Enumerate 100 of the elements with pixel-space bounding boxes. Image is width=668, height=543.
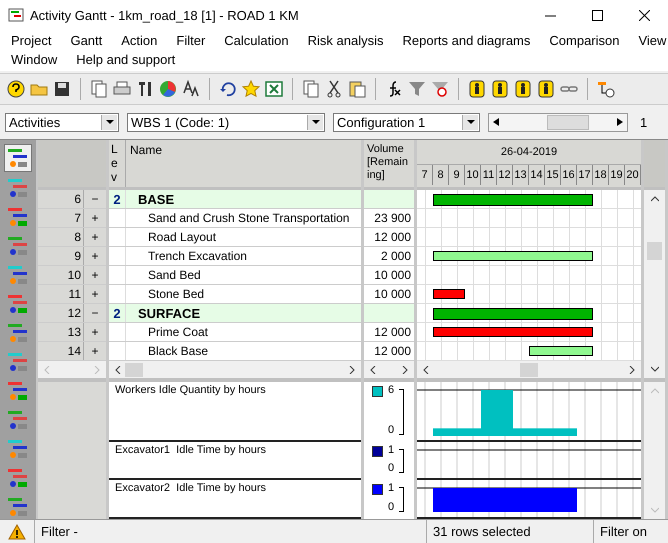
gantt-bar[interactable] [433, 251, 593, 261]
row-header[interactable]: 9 + [38, 247, 106, 266]
menu-item[interactable]: Project [0, 33, 60, 48]
hour-label: 12 [497, 165, 513, 185]
expand-toggle[interactable]: + [84, 325, 106, 339]
expand-toggle[interactable]: + [84, 344, 106, 358]
help-icon[interactable] [6, 79, 26, 99]
scroll-down-icon[interactable] [650, 366, 658, 372]
hour-label: 17 [577, 165, 593, 185]
scroll-right-icon[interactable] [402, 366, 408, 374]
hour-label: 10 [465, 165, 481, 185]
hour-label: 14 [529, 165, 545, 185]
expand-toggle[interactable]: − [84, 192, 106, 206]
row-header[interactable]: 8 + [38, 228, 106, 247]
activity-name: SURFACE [137, 306, 200, 320]
table-row[interactable]: Road Layout [109, 228, 361, 247]
pie-chart-icon[interactable] [158, 79, 178, 99]
menu-item[interactable]: Risk analysis [296, 33, 392, 48]
table-row[interactable]: 2 SURFACE [109, 304, 361, 323]
expand-toggle[interactable]: + [84, 211, 106, 225]
hour-label: 9 [449, 165, 465, 185]
spreadsheet-icon[interactable] [264, 79, 284, 99]
menu-item[interactable]: View [627, 33, 668, 48]
activity-name: Stone Bed [147, 287, 204, 301]
row-number: 9 [38, 247, 84, 265]
scroll-left-icon[interactable] [115, 366, 121, 374]
activity-name: BASE [137, 192, 174, 206]
filter-status: Filter - [34, 520, 426, 543]
hour-label: 13 [513, 165, 529, 185]
row-header[interactable]: 6 − [38, 190, 106, 209]
table-row[interactable]: 2 BASE [109, 190, 361, 209]
axis-tick-label: 1 [388, 444, 394, 456]
row-number: 11 [38, 285, 84, 303]
volume-cell: 10 000 [364, 266, 414, 285]
axis-tick-label: 0 [388, 501, 394, 514]
scroll-thumb[interactable] [520, 362, 538, 376]
column-header[interactable]: Lev [109, 140, 126, 187]
menu-item[interactable]: Calculation [213, 33, 297, 48]
configuration-dropdown[interactable]: Configuration 1 [333, 112, 480, 132]
window-title: Activity Gantt - 1km_road_18 [1] - ROAD 1 KM [30, 8, 299, 22]
menu-item[interactable]: Comparison [538, 33, 628, 48]
hour-label: 11 [481, 165, 497, 185]
warning-icon[interactable] [8, 524, 26, 540]
page-scrollbar[interactable] [488, 112, 628, 132]
paste-icon[interactable] [347, 79, 367, 99]
gantt-bar[interactable] [433, 194, 593, 206]
menu-item[interactable]: Window [0, 52, 66, 67]
copy-icon[interactable] [301, 79, 321, 99]
expand-toggle[interactable]: − [84, 306, 106, 320]
expand-toggle[interactable]: + [84, 230, 106, 244]
table-row[interactable]: Sand Bed [109, 266, 361, 285]
gantt-icon[interactable] [4, 144, 32, 172]
activity-name: Road Layout [147, 230, 216, 244]
expand-toggle[interactable]: + [84, 249, 106, 263]
row-header[interactable]: 7 + [38, 209, 106, 228]
expand-toggle[interactable]: + [84, 287, 106, 301]
menu-item[interactable]: Gantt [59, 33, 110, 48]
view-dropdown[interactable]: Activities [5, 112, 119, 132]
histogram-bar [561, 488, 577, 512]
star-icon[interactable] [241, 79, 261, 99]
row-number: 10 [38, 266, 84, 284]
maximize-icon[interactable] [592, 10, 603, 20]
activity-name: Trench Excavation [147, 249, 247, 263]
hour-label: 18 [593, 165, 609, 185]
scroll-thumb[interactable] [647, 242, 662, 260]
save-icon[interactable] [52, 79, 72, 99]
column-header[interactable]: Name [126, 140, 166, 187]
page-number: 1 [640, 114, 648, 130]
row-number: 8 [38, 228, 84, 246]
activity-name: Sand Bed [147, 268, 201, 282]
dropdown-arrow-icon [106, 120, 114, 124]
selection-count: 31 rows selected [426, 520, 593, 543]
menu-item[interactable]: Help and support [65, 52, 184, 67]
menu-item[interactable]: Filter [165, 33, 214, 48]
font-icon[interactable] [181, 79, 201, 99]
activity-name: Black Base [147, 344, 208, 358]
scroll-up-icon[interactable] [650, 196, 658, 202]
close-icon[interactable] [639, 10, 650, 20]
scroll-thumb[interactable] [125, 362, 143, 376]
clear-filter-icon[interactable] [430, 79, 450, 99]
scroll-left-icon[interactable] [423, 366, 429, 374]
menu-item[interactable]: Reports and diagrams [391, 33, 538, 48]
expand-toggle[interactable]: + [84, 268, 106, 282]
row-header[interactable]: 11 + [38, 285, 106, 304]
row-number: 13 [38, 323, 84, 341]
row-header[interactable]: 12 − [38, 304, 106, 323]
table-row[interactable]: Sand and Crush Stone Transportation [109, 209, 361, 228]
row-header[interactable]: 13 + [38, 323, 106, 342]
scroll-right-icon[interactable] [349, 366, 355, 374]
table-row[interactable]: Prime Coat [109, 323, 361, 342]
scroll-left-icon[interactable] [370, 366, 376, 374]
gantt-bar[interactable] [433, 308, 593, 320]
row-header[interactable]: 10 + [38, 266, 106, 285]
wbs-dropdown[interactable]: WBS 1 (Code: 1) [127, 112, 325, 132]
axis-tick-label: 6 [388, 384, 394, 396]
scroll-right-icon[interactable] [629, 366, 635, 374]
table-row[interactable]: Trench Excavation [109, 247, 361, 266]
gantt-bar[interactable] [529, 346, 593, 356]
menu-item[interactable]: Action [110, 33, 166, 48]
hierarchy-icon[interactable] [596, 79, 616, 99]
